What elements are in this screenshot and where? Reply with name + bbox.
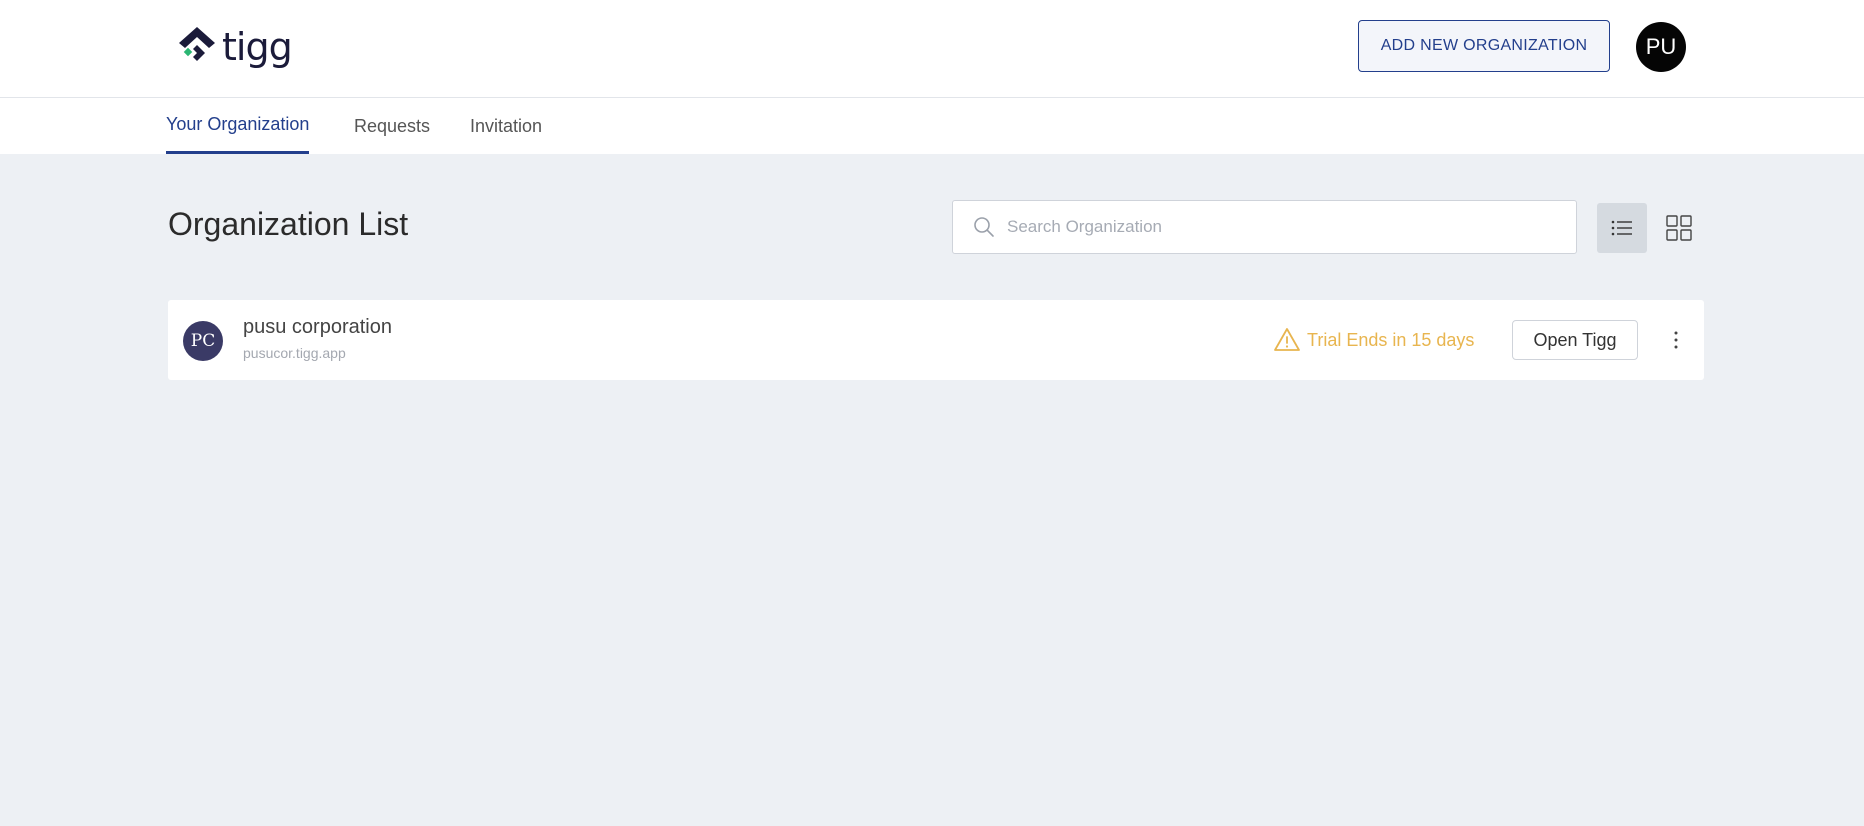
list-view-button[interactable] xyxy=(1597,203,1647,253)
tab-your-organization[interactable]: Your Organization xyxy=(166,98,310,154)
organization-name: pusu corporation xyxy=(243,316,392,338)
organization-domain: pusucor.tigg.app xyxy=(243,345,346,361)
trial-status: Trial Ends in 15 days xyxy=(1273,326,1474,354)
grid-view-button[interactable] xyxy=(1654,203,1704,253)
tigg-logo-icon xyxy=(179,27,215,61)
top-header: tigg ADD NEW ORGANIZATION PU xyxy=(0,0,1864,98)
tigg-logo[interactable]: tigg xyxy=(175,25,293,69)
user-avatar[interactable]: PU xyxy=(1636,22,1686,72)
tab-bar: Your Organization Requests Invitation xyxy=(0,98,1864,154)
search-input[interactable] xyxy=(1005,216,1529,238)
list-icon xyxy=(1611,220,1632,236)
search-icon xyxy=(974,217,994,237)
open-tigg-button[interactable]: Open Tigg xyxy=(1512,320,1638,360)
tab-requests[interactable]: Requests xyxy=(354,98,430,154)
trial-status-text: Trial Ends in 15 days xyxy=(1307,329,1475,350)
warning-icon xyxy=(1274,328,1300,351)
add-new-organization-button[interactable]: ADD NEW ORGANIZATION xyxy=(1358,20,1610,72)
grid-icon xyxy=(1666,215,1692,241)
more-options-icon[interactable] xyxy=(1666,328,1686,352)
page-title: Organization List xyxy=(168,206,409,242)
logo-text: tigg xyxy=(222,25,293,69)
organization-avatar: PC xyxy=(183,321,223,361)
tab-invitation[interactable]: Invitation xyxy=(470,98,542,154)
organization-row[interactable]: PC pusu corporation pusucor.tigg.app Tri… xyxy=(168,300,1704,380)
search-box xyxy=(952,200,1577,254)
